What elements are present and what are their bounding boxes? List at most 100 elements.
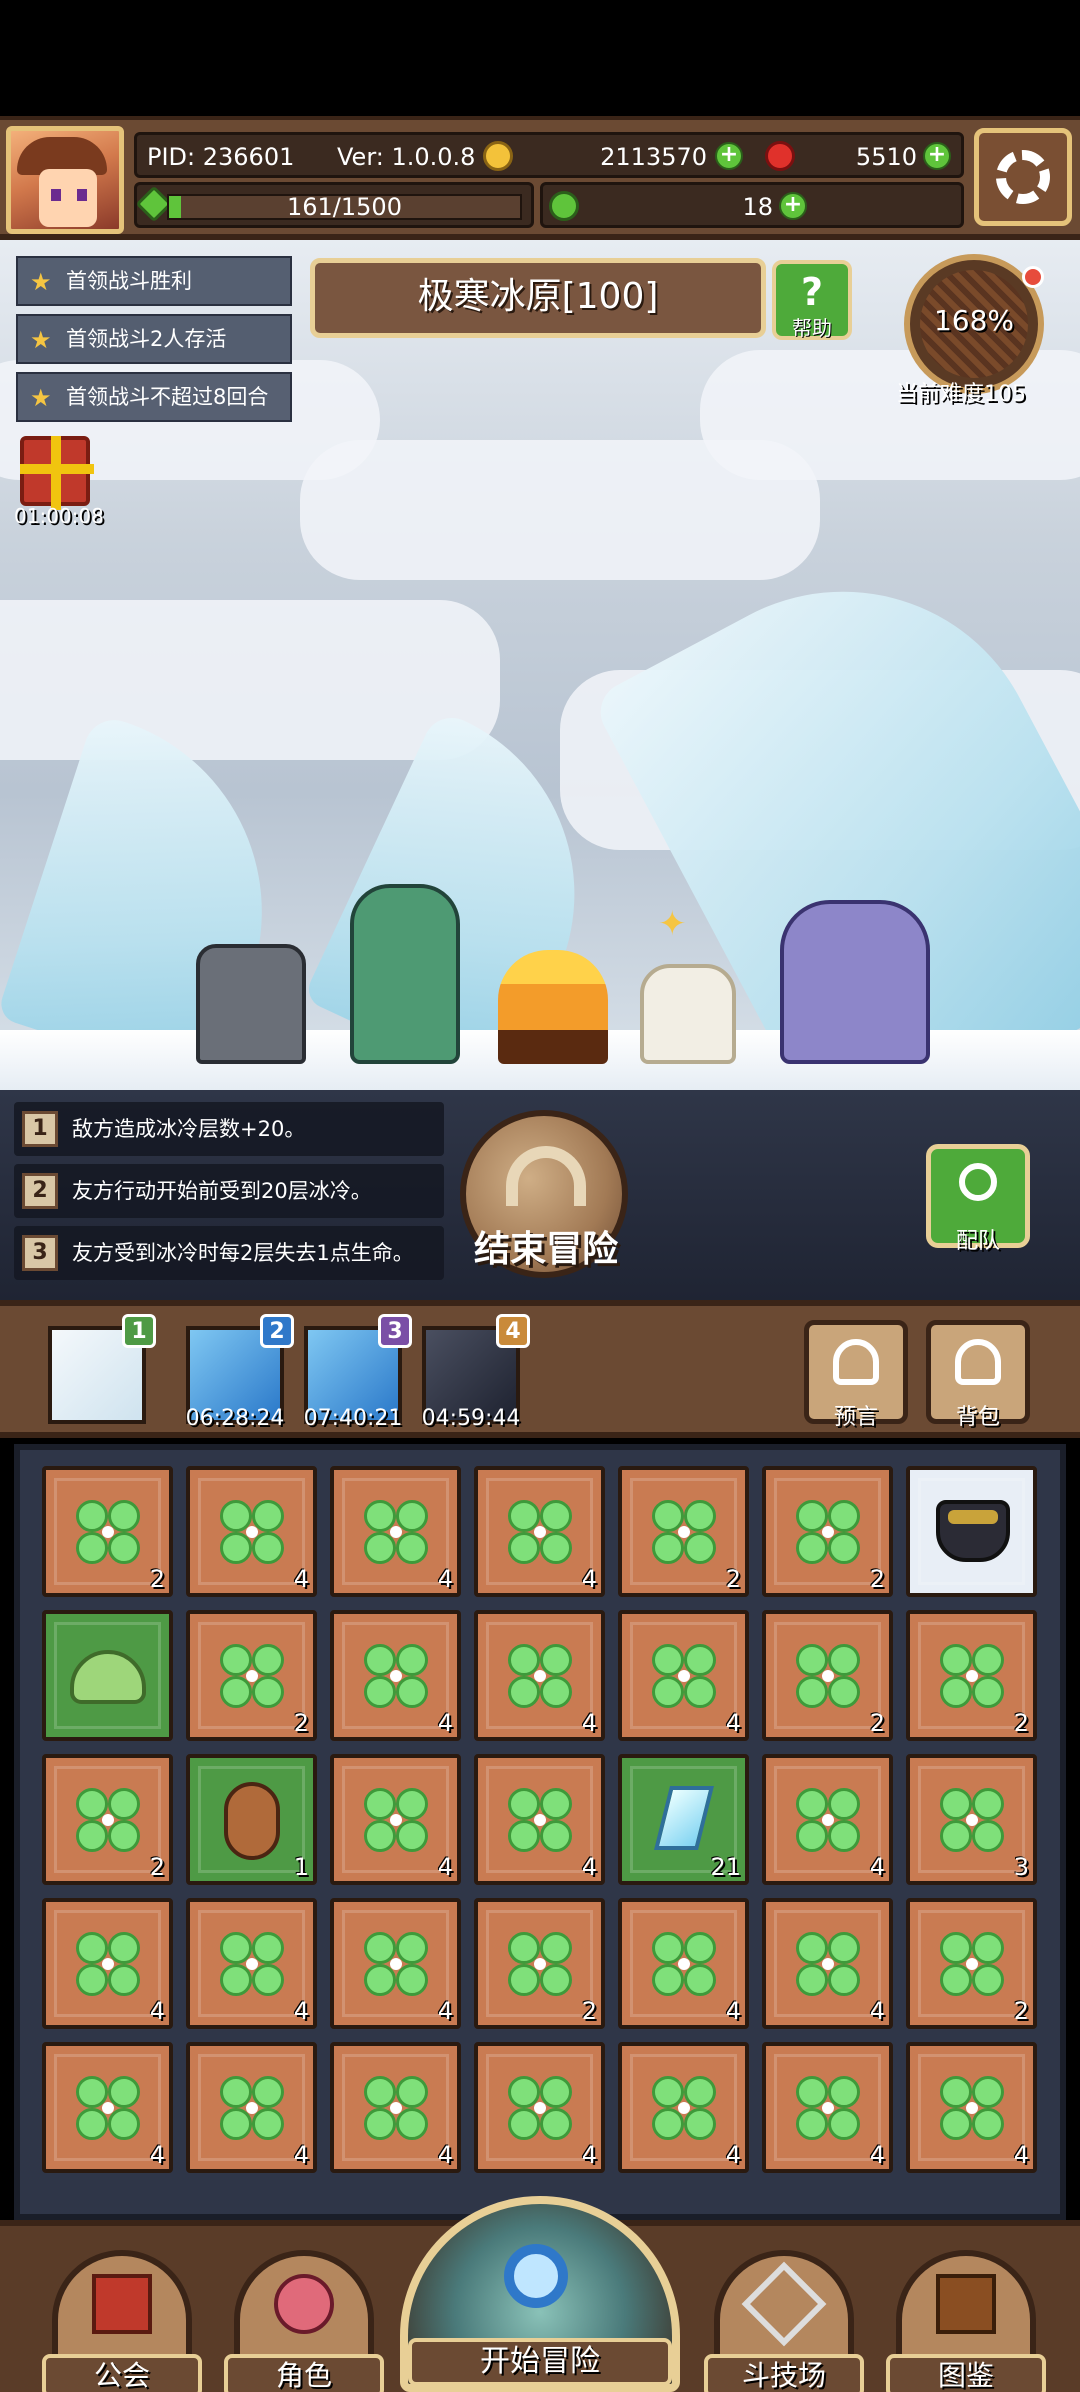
map-slot[interactable]: 1 (48, 1314, 156, 1424)
map-slot-bar: 1 2 3 4 06:28:24 07:40:21 04:59:44 预言 背包 (0, 1300, 1080, 1438)
crossed-swords-icon (741, 2261, 827, 2347)
tile-count: 2 (1013, 1709, 1029, 1737)
grid-tile-crystal[interactable]: 21 (618, 1754, 749, 1885)
tile-count: 2 (149, 1853, 165, 1881)
gear-icon (996, 150, 1050, 204)
tile-count: 4 (869, 1853, 885, 1881)
add-gold-button[interactable]: + (715, 142, 743, 170)
grid-tile-clover[interactable]: 4 (474, 2042, 605, 2173)
grid-tile-clover[interactable]: 2 (42, 1466, 173, 1597)
grid-tile-clover[interactable]: 4 (474, 1754, 605, 1885)
rule-number: 3 (22, 1235, 58, 1271)
sparkle-icon: ✦ (658, 904, 687, 944)
grid-tile-pot[interactable] (906, 1466, 1037, 1597)
grid-tile-clover[interactable]: 4 (762, 1754, 893, 1885)
nav-codex[interactable]: 图鉴 (886, 2250, 1046, 2392)
clover-icon (76, 2076, 140, 2140)
grid-tile-clover[interactable]: 4 (618, 1610, 749, 1741)
grid-tile-clover[interactable]: 4 (42, 1898, 173, 2029)
tile-count: 4 (725, 2141, 741, 2169)
backpack-icon (955, 1339, 1001, 1385)
nav-arena[interactable]: 斗技场 (704, 2250, 864, 2392)
pot-icon (936, 1500, 1010, 1562)
grid-tile-clover[interactable]: 4 (330, 1898, 461, 2029)
tile-count: 4 (869, 2141, 885, 2169)
campfire (498, 950, 608, 1064)
clover-icon (220, 2076, 284, 2140)
character-icon (274, 2274, 334, 2334)
grid-tile-clover[interactable]: 2 (186, 1610, 317, 1741)
boss-objectives: ★ 首领战斗胜利 ★ 首领战斗2人存活 ★ 首领战斗不超过8回合 (16, 256, 292, 430)
tile-count: 2 (869, 1709, 885, 1737)
grid-tile-clover[interactable]: 2 (762, 1466, 893, 1597)
energy-amount: 161/1500 (287, 193, 402, 221)
rule-item: 2 友方行动开始前受到20层冰冷。 (14, 1164, 444, 1218)
player-avatar[interactable] (6, 126, 124, 234)
difficulty-dial[interactable]: 168% (904, 254, 1044, 394)
star-icon: ★ (30, 384, 52, 412)
nav-label: 斗技场 (704, 2354, 864, 2392)
clover-icon (796, 1644, 860, 1708)
team-button[interactable]: 配队 (926, 1144, 1030, 1254)
grid-tile-clover[interactable]: 4 (906, 2042, 1037, 2173)
gift-box-icon[interactable] (20, 436, 94, 510)
backpack-button[interactable]: 背包 (926, 1320, 1030, 1430)
grid-tile-clover[interactable]: 2 (474, 1898, 605, 2029)
bunny-girl-hero[interactable] (350, 884, 460, 1064)
nav-role[interactable]: 角色 (224, 2250, 384, 2392)
clover-icon (364, 2076, 428, 2140)
help-button[interactable]: ? 帮助 (772, 260, 852, 340)
grid-tile-clover[interactable]: 4 (474, 1466, 605, 1597)
nav-label: 角色 (224, 2354, 384, 2392)
grid-tile-clover[interactable]: 4 (186, 1466, 317, 1597)
grid-tile-clover[interactable]: 4 (42, 2042, 173, 2173)
grid-tile-clover[interactable]: 4 (618, 2042, 749, 2173)
rule-text: 敌方造成冰冷层数+20。 (72, 1117, 306, 1141)
start-adventure-label: 开始冒险 (408, 2338, 672, 2386)
clover-icon (652, 1932, 716, 1996)
grid-tile-clover[interactable]: 4 (330, 1610, 461, 1741)
clover-icon (220, 1500, 284, 1564)
prophecy-button[interactable]: 预言 (804, 1320, 908, 1430)
team-label: 配队 (955, 1229, 1000, 1254)
add-ruby-button[interactable]: + (923, 142, 951, 170)
star-icon: ★ (30, 326, 52, 354)
wolf-mage-hero[interactable] (780, 900, 930, 1064)
clover-icon (652, 2076, 716, 2140)
grid-tile-clover[interactable]: 2 (906, 1898, 1037, 2029)
settings-button[interactable] (974, 128, 1072, 226)
grid-tile-clover[interactable]: 3 (906, 1754, 1037, 1885)
grid-tile-clover[interactable]: 2 (762, 1610, 893, 1741)
tile-count: 4 (437, 1853, 453, 1881)
grid-tile-clover[interactable]: 4 (618, 1898, 749, 2029)
grid-tile-clover[interactable]: 4 (330, 1754, 461, 1885)
grid-tile-clover[interactable]: 4 (186, 1898, 317, 2029)
notification-dot (1022, 266, 1044, 288)
end-adventure-label[interactable]: 结束冒险 (456, 1220, 636, 1272)
tile-count: 4 (149, 1997, 165, 2025)
gift-timer: 01:00:08 (14, 504, 104, 528)
white-cat[interactable] (640, 964, 736, 1064)
rule-text: 友方行动开始前受到20层冰冷。 (72, 1179, 372, 1203)
clover-icon (364, 1644, 428, 1708)
grid-tile-mask[interactable]: 1 (186, 1754, 317, 1885)
grid-tile-clover[interactable]: 4 (474, 1610, 605, 1741)
clover-icon (940, 1932, 1004, 1996)
grid-tile-clover[interactable]: 2 (42, 1754, 173, 1885)
armored-hero[interactable] (196, 944, 306, 1064)
grid-tile-clover[interactable]: 2 (618, 1466, 749, 1597)
grid-tile-slime[interactable] (42, 1610, 173, 1741)
tile-count: 1 (293, 1853, 309, 1881)
grid-tile-clover[interactable]: 2 (906, 1610, 1037, 1741)
tile-count: 2 (581, 1997, 597, 2025)
grid-tile-clover[interactable]: 4 (330, 2042, 461, 2173)
tile-count: 21 (710, 1853, 741, 1881)
grid-tile-clover[interactable]: 4 (330, 1466, 461, 1597)
avatar-face (39, 169, 97, 227)
tile-count: 4 (149, 2141, 165, 2169)
grid-tile-clover[interactable]: 4 (762, 1898, 893, 2029)
grid-tile-clover[interactable]: 4 (186, 2042, 317, 2173)
grid-tile-clover[interactable]: 4 (762, 2042, 893, 2173)
clover-icon (652, 1644, 716, 1708)
nav-guild[interactable]: 公会 (42, 2250, 202, 2392)
